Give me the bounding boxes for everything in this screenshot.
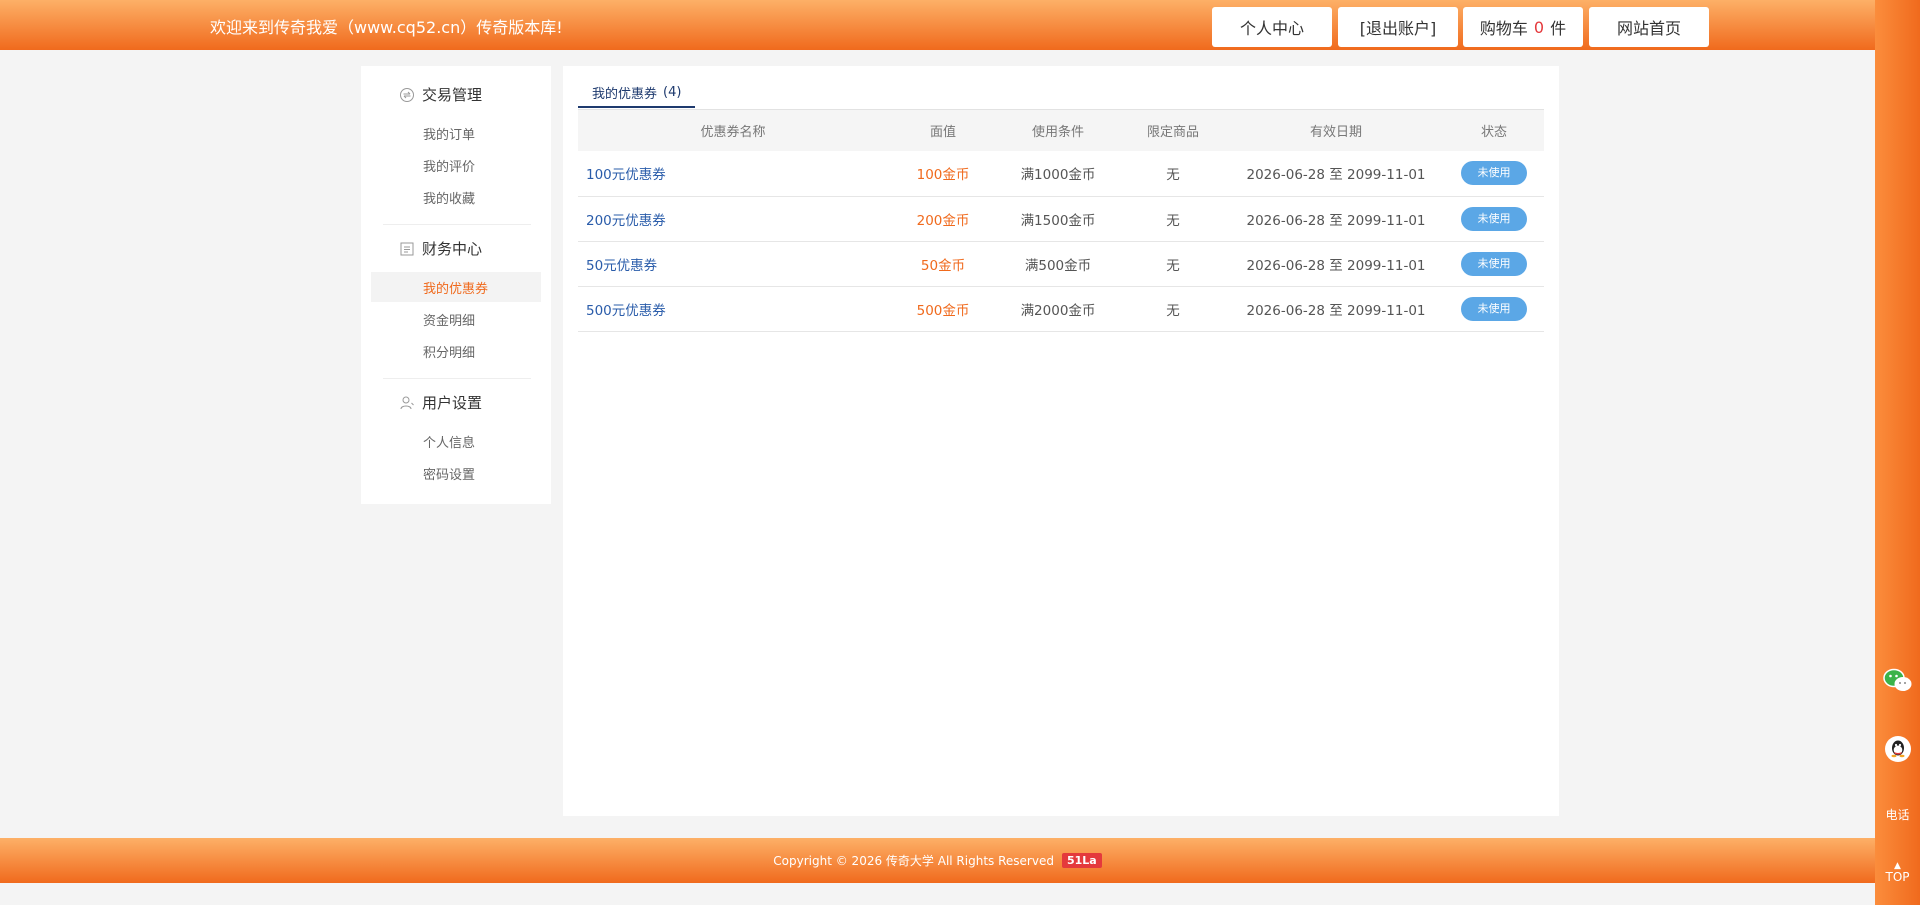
arrow-up-icon: ▲ bbox=[1894, 861, 1901, 871]
menu-item-my-reviews[interactable]: 我的评价 bbox=[423, 156, 475, 175]
coupon-panel: 我的优惠券 (4) 优惠券名称 面值 使用条件 限定商品 有效日期 状态 100… bbox=[563, 66, 1559, 816]
phone-button[interactable]: 电话 bbox=[1875, 806, 1920, 823]
finance-icon bbox=[400, 242, 414, 255]
menu-group-label: 财务中心 bbox=[422, 240, 483, 258]
home-button[interactable]: 网站首页 bbox=[1589, 7, 1709, 47]
back-to-top-button[interactable]: ▲ TOP bbox=[1875, 861, 1920, 885]
status-badge: 未使用 bbox=[1461, 296, 1527, 321]
coupon-status-cell: 未使用 bbox=[1444, 286, 1544, 332]
right-float-bar: 电话 ▲ TOP bbox=[1875, 0, 1920, 905]
coupon-limit: 无 bbox=[1118, 241, 1228, 287]
exchange-icon bbox=[400, 87, 414, 102]
coupon-limit: 无 bbox=[1118, 286, 1228, 332]
table-row: 100元优惠券 100金币 满1000金币 无 2026-06-28 至 209… bbox=[578, 151, 1544, 197]
cart-count: 0 bbox=[1533, 17, 1545, 37]
coupon-name-link[interactable]: 100元优惠券 bbox=[578, 151, 888, 197]
coupon-status-cell: 未使用 bbox=[1444, 241, 1544, 287]
top-label: TOP bbox=[1885, 870, 1910, 884]
coupon-condition: 满500金币 bbox=[998, 241, 1118, 287]
tab-count: (4) bbox=[663, 84, 682, 100]
stats-badge[interactable]: 51La bbox=[1061, 853, 1102, 868]
status-badge: 未使用 bbox=[1461, 206, 1527, 231]
tab-label: 我的优惠券 bbox=[592, 86, 658, 102]
coupon-status-cell: 未使用 bbox=[1444, 151, 1544, 197]
qq-button[interactable] bbox=[1875, 735, 1920, 763]
menu-group-finance: 财务中心 bbox=[399, 238, 482, 259]
menu-item-password-settings[interactable]: 密码设置 bbox=[423, 464, 475, 483]
qq-icon bbox=[1884, 736, 1911, 762]
column-header-condition: 使用条件 bbox=[998, 110, 1118, 151]
menu-divider bbox=[383, 378, 531, 379]
coupon-limit: 无 bbox=[1118, 196, 1228, 242]
user-icon bbox=[400, 396, 414, 409]
menu-group-trade: 交易管理 bbox=[399, 84, 482, 105]
coupon-valid-date: 2026-06-28 至 2099-11-01 bbox=[1228, 196, 1444, 242]
footer: Copyright © 2026 传奇大学 All Rights Reserve… bbox=[0, 838, 1875, 883]
menu-item-personal-info[interactable]: 个人信息 bbox=[423, 432, 475, 451]
coupon-condition: 满1000金币 bbox=[998, 151, 1118, 197]
table-row: 200元优惠券 200金币 满1500金币 无 2026-06-28 至 209… bbox=[578, 196, 1544, 242]
menu-item-my-favorites[interactable]: 我的收藏 bbox=[423, 188, 475, 207]
coupon-name-link[interactable]: 200元优惠券 bbox=[578, 196, 888, 242]
menu-group-label: 交易管理 bbox=[422, 86, 483, 104]
menu-item-my-coupons[interactable]: 我的优惠券 bbox=[423, 278, 488, 297]
welcome-text: 欢迎来到传奇我爱（www.cq52.cn）传奇版本库! bbox=[210, 18, 563, 37]
column-header-name: 优惠券名称 bbox=[578, 110, 888, 151]
menu-item-fund-details[interactable]: 资金明细 bbox=[423, 310, 475, 329]
coupon-condition: 满2000金币 bbox=[998, 286, 1118, 332]
coupon-limit: 无 bbox=[1118, 151, 1228, 197]
coupon-face-value: 100金币 bbox=[888, 151, 998, 197]
coupon-name-link[interactable]: 500元优惠券 bbox=[578, 286, 888, 332]
menu-group-label: 用户设置 bbox=[422, 394, 483, 412]
copyright-text: Copyright © 2026 传奇大学 All Rights Reserve… bbox=[773, 854, 1054, 868]
coupon-name-link[interactable]: 50元优惠券 bbox=[578, 241, 888, 287]
coupon-valid-date: 2026-06-28 至 2099-11-01 bbox=[1228, 241, 1444, 287]
tab-my-coupons[interactable]: 我的优惠券 (4) bbox=[578, 78, 696, 108]
coupon-status-cell: 未使用 bbox=[1444, 196, 1544, 242]
cart-button[interactable]: 购物车 0 件 bbox=[1463, 7, 1583, 47]
column-header-valid-date: 有效日期 bbox=[1228, 110, 1444, 151]
logout-button[interactable]: [退出账户] bbox=[1338, 7, 1458, 47]
top-header: 欢迎来到传奇我爱（www.cq52.cn）传奇版本库! 个人中心 [退出账户] … bbox=[0, 0, 1875, 50]
column-header-face-value: 面值 bbox=[888, 110, 998, 151]
coupon-table: 优惠券名称 面值 使用条件 限定商品 有效日期 状态 100元优惠券 100金币… bbox=[578, 110, 1544, 332]
left-menu: 交易管理 我的订单 我的评价 我的收藏 财务中心 我的优惠券 资金明细 积分明细… bbox=[361, 66, 551, 504]
status-badge: 未使用 bbox=[1461, 161, 1527, 186]
menu-group-user-settings: 用户设置 bbox=[399, 392, 482, 413]
cart-label: 购物车 bbox=[1479, 19, 1528, 38]
coupon-condition: 满1500金币 bbox=[998, 196, 1118, 242]
menu-item-my-orders[interactable]: 我的订单 bbox=[423, 124, 475, 143]
personal-center-button[interactable]: 个人中心 bbox=[1212, 7, 1332, 47]
wechat-button[interactable] bbox=[1875, 668, 1920, 694]
coupon-face-value: 200金币 bbox=[888, 196, 998, 242]
column-header-limit: 限定商品 bbox=[1118, 110, 1228, 151]
menu-divider bbox=[383, 224, 531, 225]
table-row: 500元优惠券 500金币 满2000金币 无 2026-06-28 至 209… bbox=[578, 286, 1544, 332]
status-badge: 未使用 bbox=[1461, 251, 1527, 276]
table-header-row: 优惠券名称 面值 使用条件 限定商品 有效日期 状态 bbox=[578, 110, 1544, 151]
menu-item-points-details[interactable]: 积分明细 bbox=[423, 342, 475, 361]
coupon-valid-date: 2026-06-28 至 2099-11-01 bbox=[1228, 286, 1444, 332]
table-row: 50元优惠券 50金币 满500金币 无 2026-06-28 至 2099-1… bbox=[578, 241, 1544, 287]
coupon-face-value: 50金币 bbox=[888, 241, 998, 287]
coupon-face-value: 500金币 bbox=[888, 286, 998, 332]
cart-unit: 件 bbox=[1550, 19, 1567, 38]
coupon-valid-date: 2026-06-28 至 2099-11-01 bbox=[1228, 151, 1444, 197]
wechat-icon bbox=[1882, 668, 1911, 691]
column-header-status: 状态 bbox=[1444, 110, 1544, 151]
